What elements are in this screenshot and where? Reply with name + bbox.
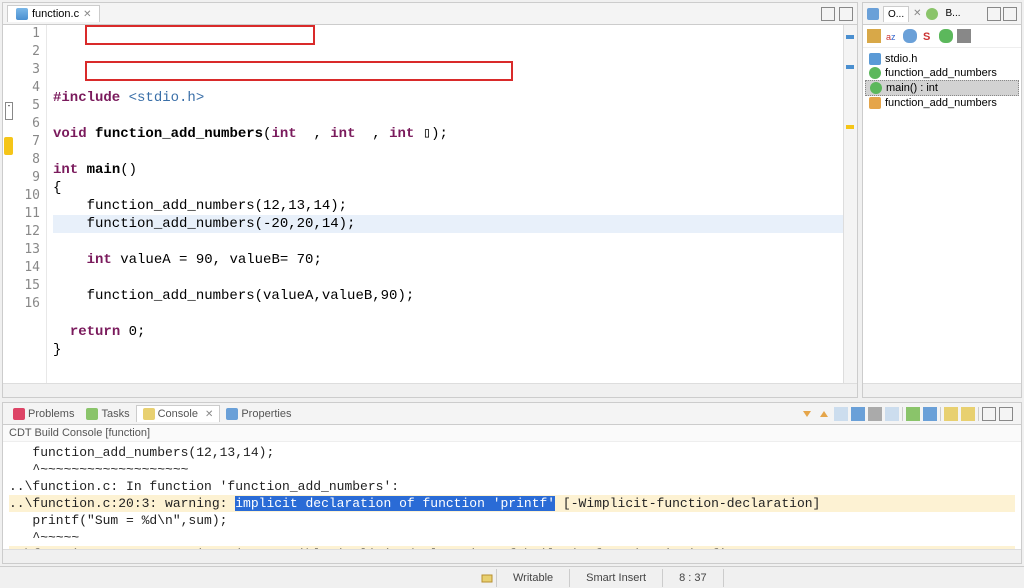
status-cursor: 8 : 37 <box>665 572 721 584</box>
outline-item-label: function_add_numbers <box>885 67 997 79</box>
code-line[interactable]: function_add_numbers(valueA,valueB,90); <box>53 287 843 305</box>
status-bar: Writable Smart Insert 8 : 37 <box>0 566 1024 588</box>
outline-item-icon <box>869 97 881 109</box>
annotation-box-include <box>85 25 315 45</box>
maximize-icon[interactable] <box>1003 7 1017 21</box>
code-line[interactable] <box>53 233 843 251</box>
outline-item-icon <box>869 67 881 79</box>
svg-text:S: S <box>923 31 930 43</box>
outline-item[interactable]: function_add_numbers <box>865 96 1019 110</box>
horizontal-scrollbar[interactable] <box>863 383 1021 397</box>
console-line: ^~~~~~ <box>9 529 1015 546</box>
outline-item[interactable]: main() : int <box>865 80 1019 96</box>
display-icon[interactable] <box>923 407 937 421</box>
minimize-icon[interactable] <box>987 7 1001 21</box>
tab-console[interactable]: Console✕ <box>136 405 221 422</box>
console-line: ..\function.c:20:3: warning: implicit de… <box>9 495 1015 512</box>
bottom-tabbar: Problems Tasks Console✕ Properties <box>3 403 1021 425</box>
code-area[interactable]: #include <stdio.h> void function_add_numb… <box>47 25 843 383</box>
arrow-up-icon[interactable] <box>817 407 831 421</box>
code-line[interactable] <box>53 359 843 377</box>
outline-toolbar: az S <box>863 25 1021 48</box>
hide-fields-icon[interactable] <box>903 29 917 43</box>
tab-problems[interactable]: Problems <box>7 406 80 422</box>
code-line[interactable]: int valueA = 90, valueB= 70; <box>53 251 843 269</box>
close-icon[interactable]: ✕ <box>205 409 213 420</box>
outline-item-label: function_add_numbers <box>885 97 997 109</box>
close-icon[interactable]: ✕ <box>83 9 91 20</box>
console-header: CDT Build Console [function] <box>3 425 1021 442</box>
code-line[interactable] <box>53 143 843 161</box>
scroll-lock-icon[interactable] <box>885 407 899 421</box>
open-console-icon[interactable] <box>961 407 975 421</box>
console-line: printf("Sum = %d\n",sum); <box>9 512 1015 529</box>
code-line[interactable] <box>53 107 843 125</box>
separator <box>978 407 979 421</box>
editor-tabbar: function.c ✕ <box>3 3 857 25</box>
filter-green-icon[interactable] <box>939 29 953 43</box>
console-body[interactable]: function_add_numbers(12,13,14); ^~~~~~~~… <box>3 442 1021 549</box>
console-line: ..\function.c: In function 'function_add… <box>9 478 1015 495</box>
code-line[interactable]: void function_add_numbers(int , int , in… <box>53 125 843 143</box>
hide-static-icon[interactable]: S <box>921 29 935 43</box>
editor-body[interactable]: - 12345678910111213141516 #include <stdi… <box>3 25 857 383</box>
close-icon[interactable]: ✕ <box>913 8 921 19</box>
outline-pane: O... ✕ B... az S stdio.h function_add_num… <box>862 2 1022 398</box>
console-line: function_add_numbers(12,13,14); <box>9 444 1015 461</box>
console-line: ^~~~~~~~~~~~~~~~~~~~ <box>9 461 1015 478</box>
outline-item[interactable]: stdio.h <box>865 52 1019 66</box>
outline-item[interactable]: function_add_numbers <box>865 66 1019 80</box>
tab-properties[interactable]: Properties <box>220 406 297 422</box>
pin-icon[interactable] <box>906 407 920 421</box>
link-icon[interactable] <box>957 29 971 43</box>
code-line[interactable]: int main() <box>53 161 843 179</box>
editor-pane: function.c ✕ - 12345678910111213141516 #… <box>2 2 858 398</box>
outline-item-icon <box>870 82 882 94</box>
build-icon <box>926 8 938 20</box>
code-line[interactable]: { <box>53 179 843 197</box>
code-line[interactable]: } <box>53 341 843 359</box>
outline-tabbar: O... ✕ B... <box>863 3 1021 25</box>
tab-build[interactable]: B... <box>942 6 965 21</box>
outline-item-icon <box>869 53 881 65</box>
horizontal-scrollbar[interactable] <box>3 549 1021 563</box>
code-line[interactable]: function_add_numbers(12,13,14); <box>53 197 843 215</box>
editor-tab-label: function.c <box>32 8 79 20</box>
code-line[interactable]: return 0; <box>53 323 843 341</box>
code-line[interactable] <box>53 269 843 287</box>
status-insert-mode: Smart Insert <box>572 572 660 584</box>
new-console-icon[interactable] <box>944 407 958 421</box>
editor-tab-function-c[interactable]: function.c ✕ <box>7 5 100 22</box>
svg-text:z: z <box>891 32 896 42</box>
status-writable: Writable <box>499 572 567 584</box>
overview-ruler[interactable] <box>843 25 857 383</box>
status-icon <box>480 571 494 585</box>
collapse-icon[interactable] <box>867 29 881 43</box>
maximize-icon[interactable] <box>839 7 853 21</box>
c-file-icon <box>16 8 28 20</box>
code-line[interactable]: #include <stdio.h> <box>53 89 843 107</box>
minimize-icon[interactable] <box>982 407 996 421</box>
tab-outline[interactable]: O... <box>883 6 909 22</box>
outline-item-label: main() : int <box>886 82 938 94</box>
save-icon[interactable] <box>851 407 865 421</box>
arrow-down-icon[interactable] <box>800 407 814 421</box>
copy-icon[interactable] <box>834 407 848 421</box>
tab-tasks[interactable]: Tasks <box>80 406 135 422</box>
minimize-icon[interactable] <box>821 7 835 21</box>
code-line[interactable] <box>53 305 843 323</box>
clear-icon[interactable] <box>868 407 882 421</box>
line-gutter: 12345678910111213141516 <box>15 25 47 383</box>
separator <box>940 407 941 421</box>
annotation-box-prototype <box>85 61 513 81</box>
horizontal-scrollbar[interactable] <box>3 383 857 397</box>
outline-icon <box>867 8 879 20</box>
bottom-panel: Problems Tasks Console✕ Properties CDT B… <box>2 402 1022 564</box>
code-line[interactable]: function_add_numbers(-20,20,14); <box>53 215 843 233</box>
outline-item-label: stdio.h <box>885 53 917 65</box>
sort-icon[interactable]: az <box>885 29 899 43</box>
outline-tree[interactable]: stdio.h function_add_numbers main() : int f… <box>863 48 1021 383</box>
maximize-icon[interactable] <box>999 407 1013 421</box>
separator <box>902 407 903 421</box>
